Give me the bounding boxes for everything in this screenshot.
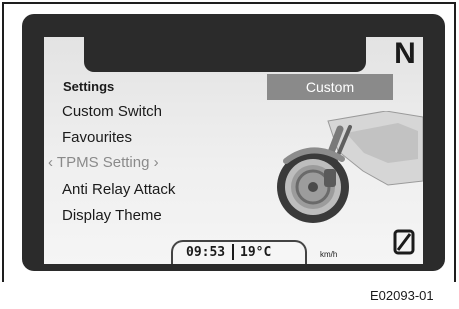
status-divider [232, 244, 234, 260]
chevron-left-icon: ‹ [48, 154, 57, 171]
figure-border-right [454, 2, 456, 282]
speed-unit: km/h [320, 250, 338, 259]
zero-slash-icon [393, 229, 415, 255]
motorcycle-front-icon [277, 111, 423, 223]
menu-item-label: Favourites [62, 129, 133, 146]
menu-item-favourites[interactable]: Favourites [62, 129, 132, 146]
menu-item-custom-switch[interactable]: Custom Switch [62, 103, 162, 120]
menu-item-tpms-setting[interactable]: ‹ TPMS Setting › [48, 154, 159, 171]
clock-time: 09:53 [186, 245, 226, 260]
top-notch [84, 37, 366, 72]
menu-item-label: Custom Switch [62, 103, 163, 120]
menu-title: Settings [63, 79, 115, 94]
figure-code: E02093-01 [370, 288, 434, 303]
dashboard-screen: N Settings Custom Custom Switch Favourit… [44, 37, 423, 264]
menu-item-label: Display Theme [62, 207, 162, 224]
menu-item-label: TPMS Setting [56, 154, 150, 171]
menu-item-label: Anti Relay Attack [62, 181, 176, 198]
menu-item-anti-relay-attack[interactable]: Anti Relay Attack [62, 181, 175, 198]
figure-border-left [2, 2, 4, 282]
menu-item-display-theme[interactable]: Display Theme [62, 207, 162, 224]
mode-chip-custom[interactable]: Custom [267, 74, 393, 100]
chevron-right-icon: › [149, 154, 159, 171]
ambient-temperature: 19°C [240, 245, 272, 260]
gear-indicator: N [394, 37, 416, 70]
figure-border-top [2, 2, 456, 4]
